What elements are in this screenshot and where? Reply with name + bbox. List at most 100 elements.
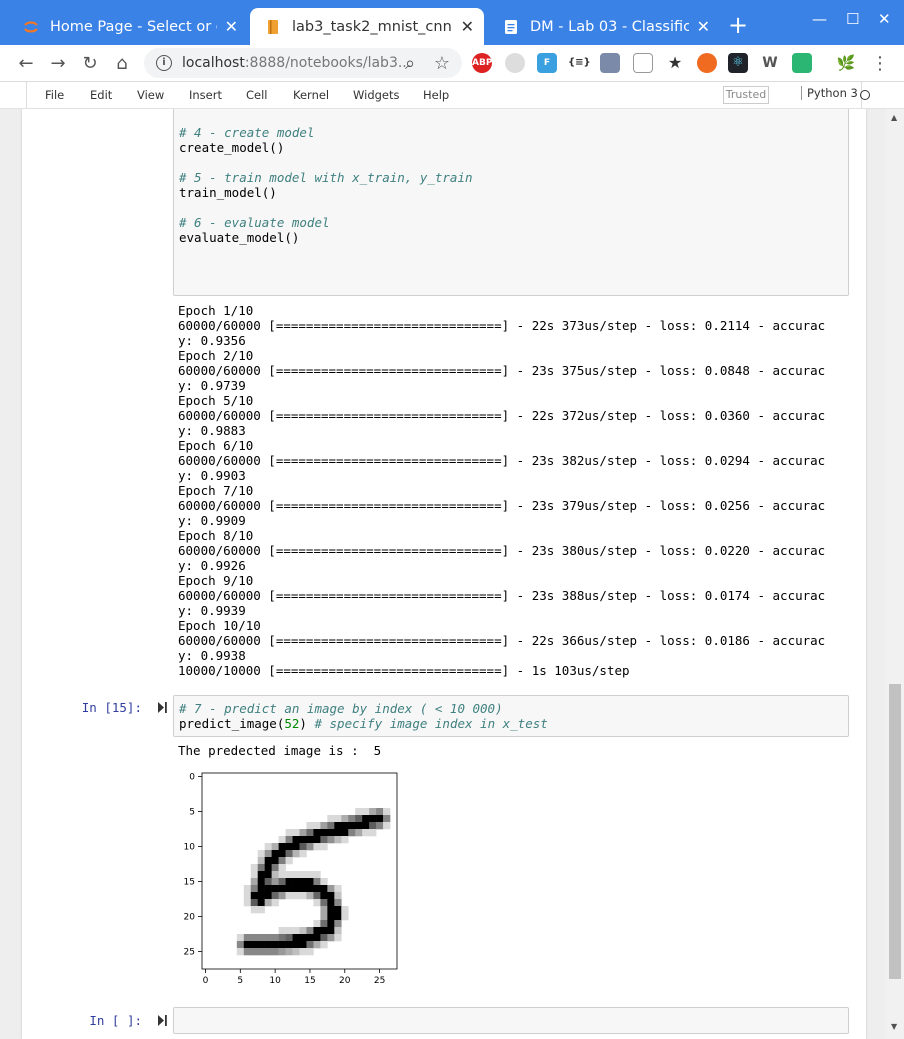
info-icon[interactable]: i (156, 55, 172, 71)
json-icon[interactable]: {≡} (568, 53, 591, 73)
run-cell-icon[interactable] (158, 702, 167, 713)
browser-tab-notebook[interactable]: lab3_task2_mnist_cnn - Jupyter Notebook … (250, 8, 484, 45)
formula-icon[interactable]: F (537, 53, 557, 73)
menu-cell[interactable]: Cell (246, 88, 268, 102)
notebook-container: # 4 - create model create_model() # 5 - tr… (0, 109, 886, 1039)
code-comment: # specify image index in x_test (314, 716, 548, 731)
react-icon[interactable]: ⚛ (728, 53, 748, 73)
code-input-area[interactable]: # 7 - predict an image by index ( < 10 0… (173, 695, 849, 737)
color-icon[interactable] (697, 53, 717, 73)
pixel-cell (313, 927, 321, 935)
pixel-cell (376, 815, 384, 823)
pixel-cell (257, 892, 265, 900)
menu-insert[interactable]: Insert (189, 88, 222, 102)
close-window-icon[interactable]: ✕ (878, 10, 891, 28)
pixel-cell (355, 808, 363, 816)
close-tab-icon[interactable]: ✕ (461, 17, 474, 36)
code-editor[interactable]: # 7 - predict an image by index ( < 10 0… (179, 701, 548, 731)
pixel-cell (299, 892, 307, 900)
tab-title: lab3_task2_mnist_cnn - Jupyter Notebook (292, 18, 453, 35)
pixel-cell (292, 829, 300, 837)
code-editor[interactable]: # 4 - create model create_model() # 5 - tr… (179, 125, 473, 245)
home-icon[interactable]: ⌂ (110, 52, 134, 76)
url-text[interactable]: localhost:8888/notebooks/lab3... (182, 55, 411, 71)
kernel-name[interactable]: Python 3 (801, 86, 858, 100)
bookmark-star-icon[interactable]: ☆ (430, 52, 454, 76)
back-icon[interactable]: ← (14, 52, 38, 76)
x-tick-label: 5 (237, 976, 243, 986)
pixel-cell (334, 815, 342, 823)
output-line: Epoch 8/10 (178, 528, 254, 543)
minimize-icon[interactable]: — (812, 10, 827, 28)
pixel-cell (355, 815, 363, 823)
pixel-cell (320, 906, 328, 914)
pixel-cell (271, 948, 279, 956)
wikipedia-icon[interactable]: W (760, 53, 780, 73)
pixel-cell (299, 836, 307, 844)
maximize-icon[interactable]: ☐ (846, 10, 859, 28)
pixel-cell (341, 829, 349, 837)
output-line: y: 0.9909 (178, 513, 246, 528)
adblock-plus-icon[interactable]: ABP (472, 53, 492, 73)
pixel-cell (264, 899, 272, 907)
close-tab-icon[interactable]: ✕ (697, 17, 710, 36)
pixel-cell (292, 892, 300, 900)
pixel-cell (313, 892, 321, 900)
chat-icon[interactable] (792, 53, 812, 73)
pixel-cell (264, 941, 272, 949)
pixel-cell (327, 822, 335, 830)
plant-icon[interactable]: 🌿 (836, 53, 856, 73)
menu-kernel[interactable]: Kernel (293, 88, 329, 102)
zoom-icon[interactable]: ⌕ (398, 52, 422, 76)
scroll-up-icon[interactable]: ▲ (891, 113, 897, 122)
menu-help[interactable]: Help (423, 88, 449, 102)
scroll-down-icon[interactable]: ▼ (891, 1022, 897, 1031)
menu-widgets[interactable]: Widgets (353, 88, 400, 102)
browser-toolbar: ← → ↻ ⌂ i localhost:8888/notebooks/lab3.… (0, 45, 904, 82)
menu-file[interactable]: File (45, 88, 64, 102)
pixel-cell (320, 885, 328, 893)
pixel-cell (278, 941, 286, 949)
pixel-cell (271, 885, 279, 893)
browser-tab-docs[interactable]: DM - Lab 03 - Classification ✕ (488, 8, 720, 45)
new-tab-button[interactable]: + (728, 10, 748, 40)
pixel-cell (313, 836, 321, 844)
bookmark-star-icon[interactable]: ★ (665, 53, 685, 73)
document-icon[interactable] (633, 53, 653, 73)
browser-tab-home[interactable]: Home Page - Select or create a notebook … (8, 8, 248, 45)
pixel-cell (278, 871, 286, 879)
code-input-area[interactable]: # 4 - create model create_model() # 5 - tr… (173, 109, 849, 296)
menu-edit[interactable]: Edit (90, 88, 112, 102)
pixel-cell (236, 941, 245, 949)
pixel-cell (334, 892, 342, 900)
digit-image (236, 808, 391, 956)
x-tick-label: 25 (374, 976, 385, 986)
forward-icon[interactable]: → (46, 52, 70, 76)
scrollbar-thumb[interactable] (889, 684, 901, 979)
pixel-cell (306, 822, 314, 830)
pixel-cell (306, 878, 314, 886)
pixel-cell (383, 815, 391, 823)
close-tab-icon[interactable]: ✕ (225, 17, 238, 36)
pixel-cell (306, 829, 314, 837)
run-cell-icon[interactable] (158, 1015, 167, 1026)
empty-code-input[interactable] (173, 1007, 849, 1034)
pixel-cell (334, 829, 342, 837)
cell-output: The predected image is : 5 (178, 743, 382, 758)
pixel-cell (257, 899, 265, 907)
pixel-cell (264, 885, 272, 893)
trusted-indicator[interactable]: Trusted (723, 86, 769, 104)
pixel-cell (306, 927, 314, 935)
menu-view[interactable]: View (137, 88, 164, 102)
book-icon[interactable] (600, 53, 620, 73)
pixel-cell (348, 822, 356, 830)
extension-icon[interactable] (505, 53, 525, 73)
output-line: 60000/60000 [===========================… (178, 633, 826, 648)
pixel-cell (362, 815, 370, 823)
code-line: # 6 - evaluate model (179, 215, 473, 230)
scrollbar[interactable]: ▲ ▼ (886, 109, 904, 1039)
reload-icon[interactable]: ↻ (78, 52, 102, 76)
y-tick-label: 20 (184, 913, 196, 923)
browser-menu-icon[interactable]: ⋮ (868, 52, 892, 76)
pixel-cell (299, 871, 307, 879)
